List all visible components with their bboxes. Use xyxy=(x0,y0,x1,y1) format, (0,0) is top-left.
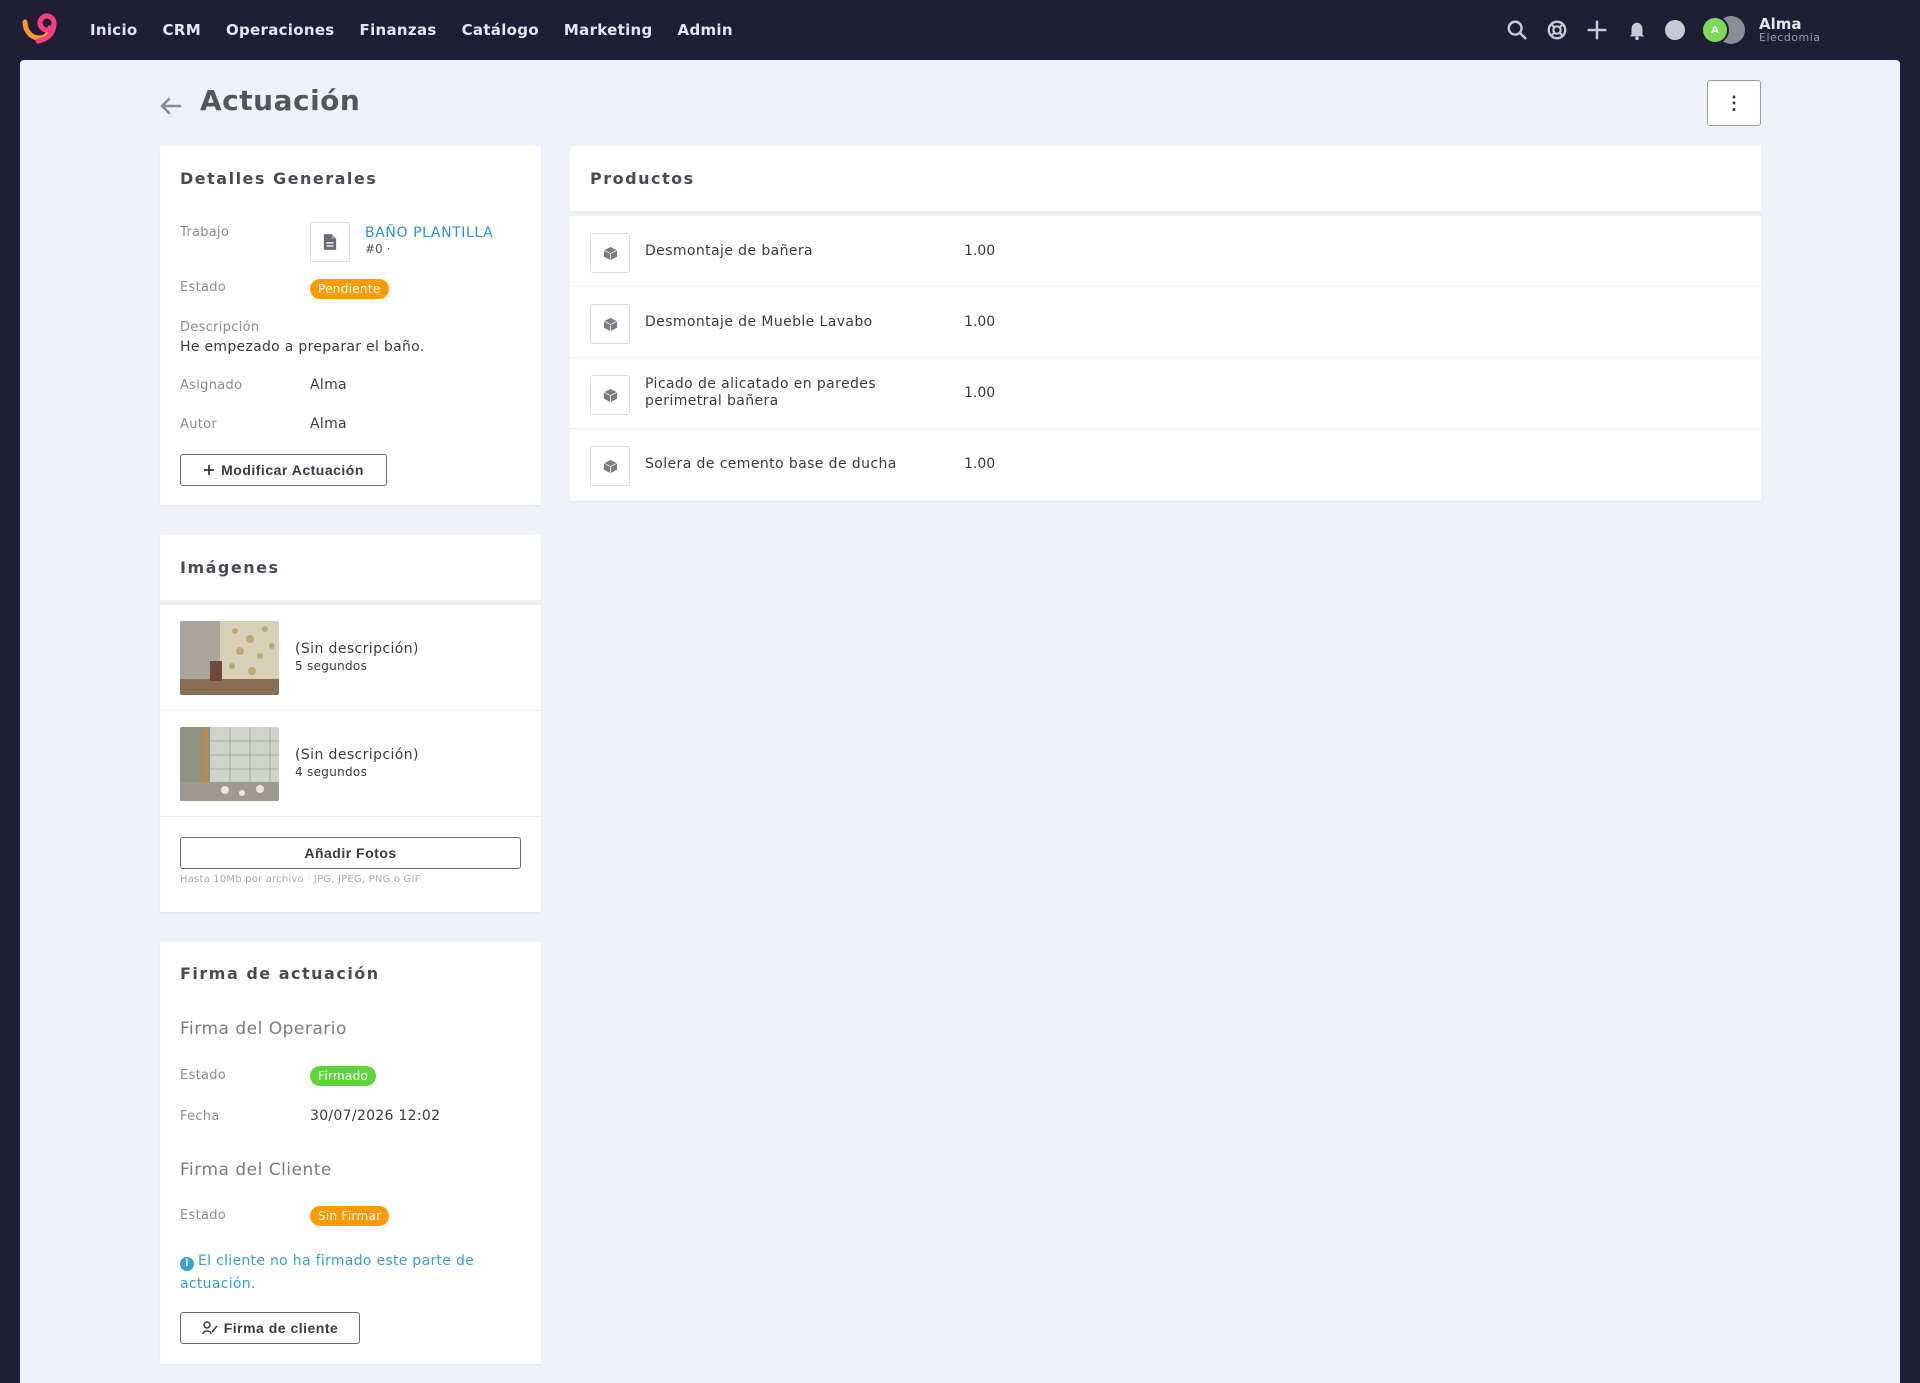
images-card: Imágenes (Sin descripción) 5 segundos (S… xyxy=(160,535,541,912)
product-box-icon xyxy=(590,446,630,486)
add-photos-button[interactable]: Añadir Fotos xyxy=(180,837,521,869)
info-icon: i xyxy=(180,1257,194,1271)
details-title: Detalles Generales xyxy=(180,169,378,188)
signature-pen-icon xyxy=(201,1321,218,1335)
client-signature-title: Firma del Cliente xyxy=(180,1160,332,1180)
app-logo-icon[interactable] xyxy=(20,12,62,48)
product-name: Desmontaje de Mueble Lavabo xyxy=(645,314,873,330)
status-badge-unsigned: Sin Firmar xyxy=(310,1206,390,1226)
product-quantity: 1.00 xyxy=(964,385,996,401)
client-signature-label: Firma de cliente xyxy=(223,1320,339,1336)
product-quantity: 1.00 xyxy=(964,456,996,472)
image-row[interactable]: (Sin descripción) 4 segundos xyxy=(160,711,541,817)
nav-inicio[interactable]: Inicio xyxy=(90,21,138,39)
nav-marketing[interactable]: Marketing xyxy=(564,21,653,39)
autor-value: Alma xyxy=(310,416,347,432)
page-title: Actuación xyxy=(200,84,361,117)
product-name: Solera de cemento base de ducha xyxy=(645,456,897,472)
estado-label: Estado xyxy=(180,280,227,295)
image-row[interactable]: (Sin descripción) 5 segundos xyxy=(160,605,541,711)
nav-finanzas[interactable]: Finanzas xyxy=(360,21,437,39)
product-box-icon xyxy=(590,233,630,273)
modify-actuacion-label: Modificar Actuación xyxy=(221,462,364,478)
descripcion-label: Descripción xyxy=(180,320,260,335)
product-name: Desmontaje de bañera xyxy=(645,243,814,259)
bathroom-photo-icon xyxy=(180,727,279,801)
nav-crm[interactable]: CRM xyxy=(163,21,201,39)
main-nav: Inicio CRM Operaciones Finanzas Catálogo… xyxy=(90,0,758,60)
product-quantity: 1.00 xyxy=(964,243,996,259)
job-number: #0 · xyxy=(365,242,391,256)
image-thumbnail[interactable] xyxy=(180,727,279,801)
help-lifebuoy-icon[interactable] xyxy=(1545,18,1569,42)
user-menu[interactable]: Alma Elecdomia xyxy=(1759,16,1821,45)
product-row[interactable]: Desmontaje de Mueble Lavabo 1.00 xyxy=(570,287,1761,358)
back-arrow-icon[interactable] xyxy=(158,93,184,119)
image-description: (Sin descripción) xyxy=(295,747,419,763)
search-icon[interactable] xyxy=(1505,18,1529,42)
client-signature-button[interactable]: Firma de cliente xyxy=(180,1312,360,1344)
image-timestamp: 5 segundos xyxy=(295,659,368,673)
plus-icon[interactable] xyxy=(1585,18,1609,42)
toolbar-right: A Alma Elecdomia xyxy=(1505,0,1821,60)
main-content: Actuación ⋮ Detalles Generales Trabajo B… xyxy=(20,60,1900,1383)
client-info-message: i El cliente no ha firmado este parte de … xyxy=(180,1250,510,1296)
signature-card: Firma de actuación Firma del Operario Es… xyxy=(160,942,541,1364)
asignado-label: Asignado xyxy=(180,378,243,393)
top-navbar: Inicio CRM Operaciones Finanzas Catálogo… xyxy=(0,0,1920,60)
operator-estado-label: Estado xyxy=(180,1068,227,1083)
operator-signature-title: Firma del Operario xyxy=(180,1019,347,1039)
status-dot-icon[interactable] xyxy=(1665,20,1685,40)
images-title: Imágenes xyxy=(180,558,280,577)
autor-label: Autor xyxy=(180,417,218,432)
status-badge-pending: Pendiente xyxy=(310,279,389,299)
bathroom-photo-icon xyxy=(180,621,279,695)
plus-icon xyxy=(204,465,215,475)
nav-admin[interactable]: Admin xyxy=(678,21,733,39)
more-options-button[interactable]: ⋮ xyxy=(1707,80,1761,126)
product-box-icon xyxy=(590,375,630,415)
product-row[interactable]: Solera de cemento base de ducha 1.00 xyxy=(570,429,1761,500)
nav-catalogo[interactable]: Catálogo xyxy=(462,21,539,39)
status-badge-signed: Firmado xyxy=(310,1066,377,1086)
user-name: Alma xyxy=(1759,14,1802,33)
avatar: A xyxy=(1701,16,1729,44)
product-row[interactable]: Picado de alicatado en paredes perimetra… xyxy=(570,358,1761,429)
product-quantity: 1.00 xyxy=(964,314,996,330)
product-box-icon xyxy=(590,304,630,344)
products-title: Productos xyxy=(590,169,695,188)
image-description: (Sin descripción) xyxy=(295,641,419,657)
details-card: Detalles Generales Trabajo BAÑO PLANTILL… xyxy=(160,146,541,505)
user-organization: Elecdomia xyxy=(1759,31,1821,45)
bell-icon[interactable] xyxy=(1625,18,1649,42)
upload-hint: Hasta 10Mb por archivo · JPG, JPEG, PNG … xyxy=(180,874,421,885)
image-timestamp: 4 segundos xyxy=(295,765,368,779)
operator-fecha-value: 30/07/2026 12:02 xyxy=(310,1108,441,1124)
product-row[interactable]: Desmontaje de bañera 1.00 xyxy=(570,216,1761,287)
products-card: Productos Desmontaje de bañera 1.00 Desm… xyxy=(570,146,1761,501)
client-estado-label: Estado xyxy=(180,1208,227,1223)
image-thumbnail[interactable] xyxy=(180,621,279,695)
asignado-value: Alma xyxy=(310,377,347,393)
trabajo-label: Trabajo xyxy=(180,225,230,240)
job-link[interactable]: BAÑO PLANTILLA xyxy=(365,225,493,241)
modify-actuacion-button[interactable]: Modificar Actuación xyxy=(180,454,387,486)
client-info-text: El cliente no ha firmado este parte de a… xyxy=(180,1253,475,1292)
descripcion-value: He empezado a preparar el baño. xyxy=(180,339,425,355)
signature-title: Firma de actuación xyxy=(180,964,380,983)
job-document-icon[interactable] xyxy=(310,222,350,262)
nav-operaciones[interactable]: Operaciones xyxy=(226,21,335,39)
product-name: Picado de alicatado en paredes perimetra… xyxy=(645,376,877,409)
operator-fecha-label: Fecha xyxy=(180,1109,220,1124)
avatar-group[interactable]: A xyxy=(1701,16,1745,44)
